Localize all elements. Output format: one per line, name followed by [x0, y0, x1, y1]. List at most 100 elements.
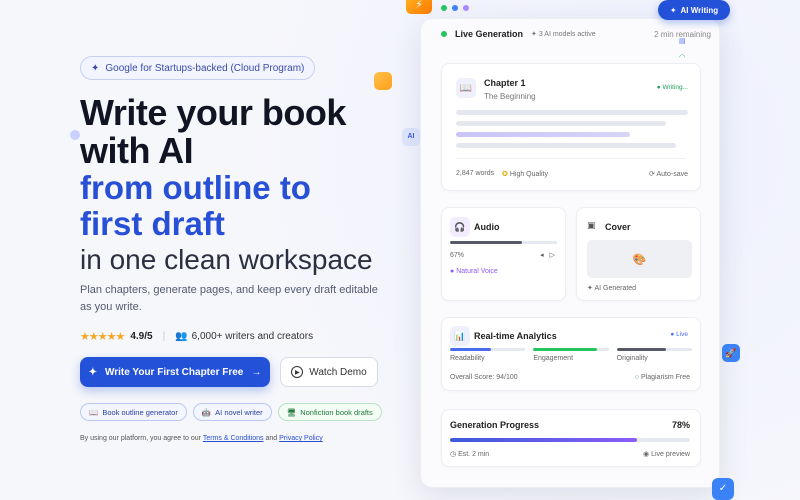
live-indicator — [441, 31, 447, 37]
title-line-1: Write your book — [80, 92, 346, 133]
sparkle-icon: ✦ — [88, 366, 97, 378]
live-badge: ● Live — [670, 331, 688, 338]
audio-title: Audio — [474, 222, 500, 232]
write-first-chapter-button[interactable]: ✦ Write Your First Chapter Free → — [80, 357, 270, 387]
autosave-status: ⟳ Auto-save — [649, 171, 688, 178]
chip-book-outline[interactable]: 📖 Book outline generator — [80, 403, 187, 421]
cta-primary-label: Write Your First Chapter Free — [105, 366, 244, 378]
volume-icon[interactable]: ◂ — [540, 251, 544, 259]
analytics-title: Real-time Analytics — [474, 331, 557, 341]
text-skeleton-1 — [456, 110, 688, 115]
window-dots — [441, 5, 469, 11]
quality-badge: ✪ High Quality — [502, 171, 548, 178]
plagiarism-status: ○ Plagiarism Free — [634, 374, 690, 381]
play-icon: ▶ — [291, 366, 304, 378]
legal-prefix: By using our platform, you agree to our — [80, 435, 202, 442]
dot-blue — [452, 5, 458, 11]
rating-value: 4.9/5 — [130, 331, 153, 342]
award-icon: ✪ — [502, 171, 508, 178]
metric-engagement: Engagement — [533, 348, 609, 362]
chip-label: AI novel writer — [215, 407, 263, 417]
chapter-title: Chapter 1 — [484, 78, 526, 88]
ai-writing-tag[interactable]: ✦ AI Writing — [658, 0, 730, 20]
sparkle-float-icon — [70, 130, 80, 140]
analytics-card: 📊 Real-time Analytics ● Live Readability… — [441, 317, 701, 391]
feature-chips: 📖 Book outline generator 🤖 AI novel writ… — [80, 403, 400, 421]
text-skeleton-3 — [456, 132, 630, 137]
sparkle-icon: ✦ — [669, 5, 677, 15]
generation-progress-card: Generation Progress 78% ◷ Est. 2 min ◉ L… — [441, 409, 701, 467]
writing-status: ● Writing... — [656, 84, 688, 91]
book-icon: 📖 — [89, 407, 99, 417]
panel-header: Live Generation ✦ 3 AI models active 2 m… — [441, 29, 711, 39]
progress-fill — [450, 438, 638, 442]
metric-originality: Originality — [616, 348, 692, 362]
book-side-icon[interactable]: ▤ — [679, 37, 686, 45]
cover-card: ▣ Cover 🎨 ✦ AI Generated — [576, 207, 701, 301]
headphones-icon: 🎧 — [450, 217, 470, 237]
title-light: in one clean workspace — [80, 244, 373, 275]
progress-percent: 78% — [671, 420, 690, 430]
badge-text: Google for Startups-backed (Cloud Progra… — [105, 62, 305, 74]
progress-track — [450, 438, 690, 442]
privacy-link[interactable]: Privacy Policy — [279, 435, 323, 442]
chip-nonfiction[interactable]: 🖥 Nonfiction book drafts — [277, 403, 382, 421]
chapter-subtitle: The Beginning — [484, 92, 536, 101]
image-icon: ▣ — [587, 220, 596, 230]
chart-icon: 📊 — [450, 326, 470, 346]
metric-readability: Readability — [450, 348, 526, 362]
word-count: 2,847 words — [456, 170, 495, 177]
chapter-divider — [456, 158, 686, 159]
dot-purple — [463, 5, 469, 11]
cta-row: ✦ Write Your First Chapter Free → ▶ Watc… — [80, 357, 400, 387]
rocket-float-button[interactable]: 🚀 — [722, 344, 740, 362]
legal-text: By using our platform, you agree to our … — [80, 435, 400, 442]
progress-title: Generation Progress — [450, 420, 540, 430]
voice-label: ● Natural Voice — [450, 268, 498, 275]
headphones-side-icon[interactable]: ◠ — [679, 53, 686, 61]
chip-ai-novel[interactable]: 🤖 AI novel writer — [192, 403, 272, 421]
eye-icon: ◉ — [643, 451, 650, 458]
panel-title: Live Generation — [455, 29, 524, 39]
monitor-icon: 🖥 — [286, 407, 297, 417]
chip-label: Book outline generator — [102, 407, 178, 417]
users-count: 6,000+ writers and creators — [191, 331, 314, 342]
legal-and: and — [265, 435, 278, 442]
hero-title: Write your book with AI — [80, 94, 400, 170]
sparkle-icon: ✦ — [91, 62, 100, 74]
check-circle-icon: ○ — [634, 374, 640, 381]
play-icon[interactable]: ▷ — [550, 251, 555, 259]
star-rating-icon: ★★★★★ — [80, 331, 125, 343]
live-preview: ◉ Live preview — [643, 451, 690, 458]
social-proof: ★★★★★ 4.9/5 | 👥 6,000+ writers and creat… — [80, 330, 400, 343]
cover-title: Cover — [605, 222, 631, 232]
hero-subtitle: Plan chapters, generate pages, and keep … — [80, 284, 378, 313]
users-icon: 👥 — [175, 331, 188, 342]
audio-percent: 67% — [450, 252, 465, 259]
clock-icon: ◷ — [450, 451, 457, 458]
lightning-float-icon: ⚡ — [406, 0, 432, 14]
title-blue-1: from outline to — [80, 169, 311, 206]
est-time: ◷ Est. 2 min — [450, 451, 490, 458]
watch-demo-button[interactable]: ▶ Watch Demo — [280, 357, 378, 387]
text-skeleton-2 — [456, 121, 666, 126]
chapter-card: 📖 Chapter 1 The Beginning ● Writing... 2… — [441, 63, 701, 191]
ai-writing-label: AI Writing — [680, 5, 719, 15]
metrics-row: Readability Engagement Originality — [450, 348, 692, 362]
arrow-right-icon: → — [251, 366, 262, 378]
sparkle-icon: ✦ — [587, 285, 593, 292]
terms-link[interactable]: Terms & Conditions — [203, 435, 264, 442]
audio-progress-track[interactable] — [450, 241, 557, 244]
startup-badge: ✦ Google for Startups-backed (Cloud Prog… — [80, 56, 316, 80]
cover-preview[interactable]: 🎨 — [587, 240, 692, 278]
dot-green — [441, 5, 447, 11]
models-active: ✦ 3 AI models active — [531, 31, 596, 38]
chip-label: Nonfiction book drafts — [300, 407, 373, 417]
hero-section: ✦ Google for Startups-backed (Cloud Prog… — [80, 56, 400, 442]
live-generation-panel: Live Generation ✦ 3 AI models active 2 m… — [420, 5, 720, 488]
check-float-button[interactable]: ✓ — [712, 478, 734, 500]
divider: | — [162, 331, 166, 342]
title-line-2: with AI — [80, 130, 194, 171]
cover-status: ✦ AI Generated — [587, 285, 637, 292]
book-icon: 📖 — [456, 78, 476, 98]
